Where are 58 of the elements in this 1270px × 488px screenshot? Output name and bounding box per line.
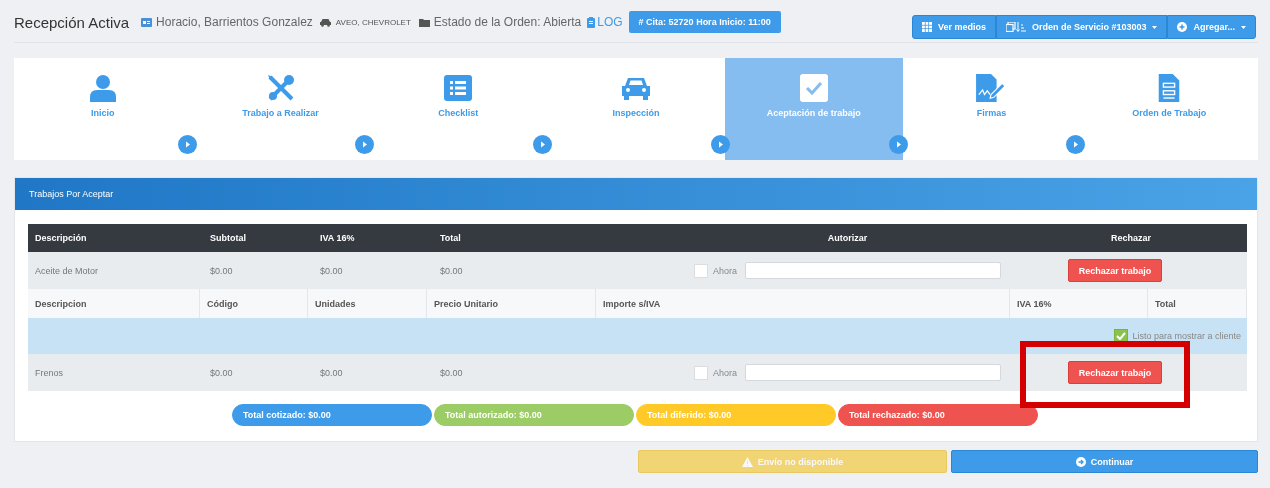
table-cell-text: $0.00 [439, 366, 464, 380]
warning-icon [741, 456, 753, 467]
toolbar-button[interactable]: Ver medios [911, 15, 996, 39]
order-status: Estado de la Orden: Abierta [433, 15, 582, 29]
table-cell-text: $0.00 [319, 264, 344, 278]
checkbox-label: Listo para mostrar a cliente [1132, 331, 1241, 341]
page-title: Recepción Activa [14, 13, 130, 31]
grid-icon [921, 22, 932, 32]
customer-name: Horacio, Barrientos Gonzalez [156, 15, 313, 29]
panel-title: Trabajos Por Aceptar [29, 189, 114, 199]
total-badge: Total cotizado: $0.00 [232, 404, 432, 426]
plus-circle-icon [1177, 22, 1188, 32]
signed-document-icon [975, 74, 1008, 102]
checkbox-label: Ahora [713, 367, 738, 378]
reject-button[interactable]: Rechazar trabajo [1067, 361, 1163, 384]
user-icon [89, 74, 116, 102]
wizard-step[interactable]: Trabajo a Realizar [191, 58, 370, 160]
reject-button[interactable]: Rechazar trabajo [1067, 259, 1163, 282]
table-cell-text: $0.00 [439, 264, 464, 278]
column-header: Total [439, 232, 462, 245]
input-field[interactable] [745, 364, 1002, 381]
wizard-step[interactable]: Checklist [369, 58, 548, 160]
appointment-badge: # Cita: 52720 Hora Inicio: 11:00 [628, 11, 781, 33]
copy-sort-icon [1005, 22, 1026, 32]
table-cell-text: $0.00 [209, 264, 234, 278]
column-header: Descripción [34, 232, 88, 245]
document-icon [1158, 74, 1181, 102]
total-badge: Total rechazado: $0.00 [838, 404, 1038, 426]
total-badge: Total autorizado: $0.00 [434, 404, 634, 426]
table-cell-text: Aceite de Motor [34, 264, 100, 278]
vehicle-name: AVEO, CHEVROLET [335, 17, 411, 27]
folder-icon [418, 17, 430, 27]
table-cell-text: $0.00 [209, 366, 234, 380]
arrow-circle-icon [1075, 456, 1086, 467]
total-badge: Total diferido: $0.00 [636, 404, 836, 426]
column-header: IVA 16% [319, 232, 356, 245]
clipboard-icon [587, 16, 596, 28]
column-header: Subtotal [209, 232, 247, 245]
wizard-step[interactable]: Orden de Trabajo [1080, 58, 1259, 160]
checkbox-icon [799, 74, 828, 102]
column-header: Autorizar [826, 232, 869, 245]
toolbar-button[interactable]: Orden de Servicio #103003 [995, 15, 1168, 39]
wizard-step[interactable]: Aceptación de trabajo [724, 58, 903, 160]
car-icon [318, 17, 332, 27]
checkbox-label: Ahora [713, 265, 738, 276]
toolbar-button[interactable]: Agregar... [1167, 15, 1256, 39]
log-link[interactable]: LOG [587, 15, 623, 29]
wizard-step[interactable]: Firmas [902, 58, 1081, 160]
column-header: Rechazar [1110, 232, 1152, 245]
wizard-step[interactable]: Inicio [14, 58, 192, 160]
list-icon [444, 74, 473, 102]
table-cell-text: $0.00 [319, 366, 344, 380]
id-card-icon [141, 17, 153, 27]
table-cell-text: Frenos [34, 366, 64, 380]
input-field[interactable] [745, 262, 1002, 279]
wizard-step[interactable]: Inspección [547, 58, 725, 160]
tools-icon [266, 74, 295, 102]
footer-button[interactable]: Continuar [951, 450, 1258, 473]
